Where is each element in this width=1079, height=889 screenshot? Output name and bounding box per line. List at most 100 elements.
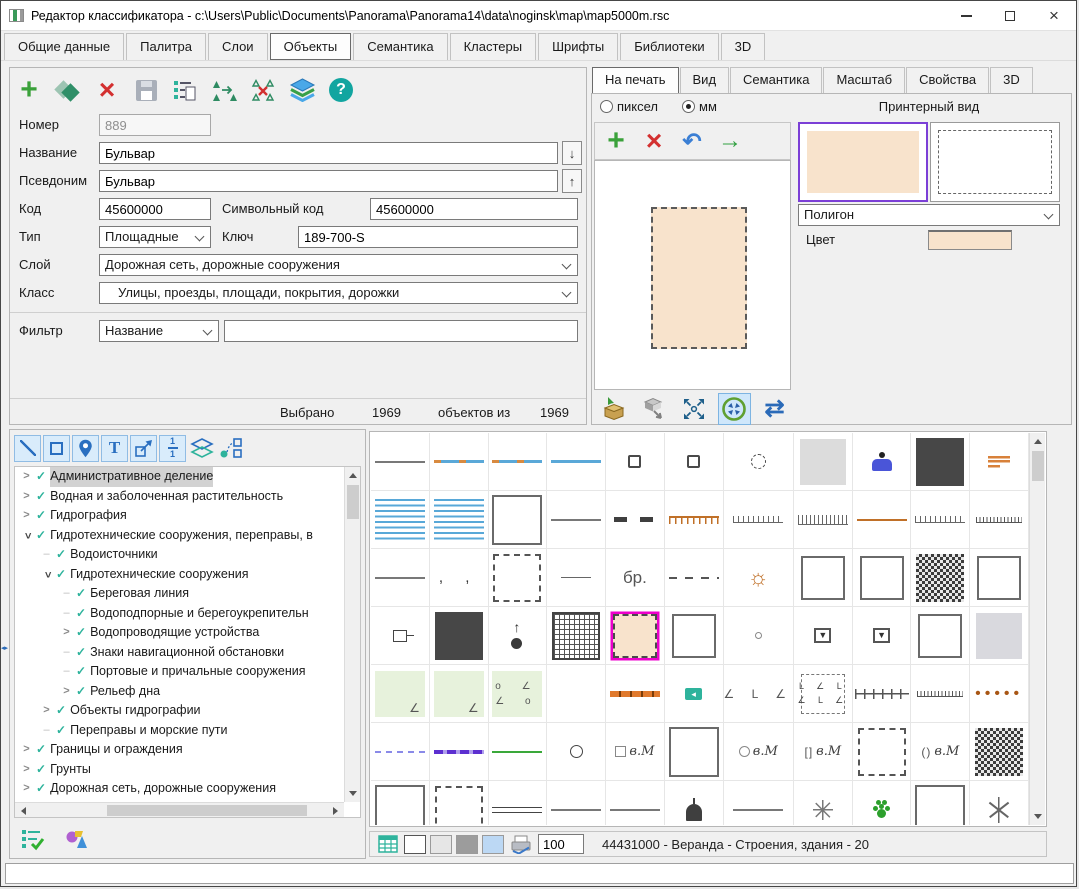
- undo-button[interactable]: ↶: [677, 126, 707, 156]
- object-template-button[interactable]: [217, 435, 244, 462]
- type-select[interactable]: Площадные: [99, 226, 211, 248]
- view-tab-scale[interactable]: Масштаб: [823, 67, 905, 93]
- scale-objects-button[interactable]: 11: [159, 435, 186, 462]
- symbol-cell[interactable]: [430, 433, 489, 491]
- tree-item[interactable]: >✓Гидротехнические сооружения: [15, 565, 344, 585]
- swap-images-button[interactable]: ⇄: [758, 393, 791, 425]
- tree-item[interactable]: –✓Береговая линия: [15, 584, 344, 604]
- symbol-cell[interactable]: [371, 491, 430, 549]
- symbol-cell[interactable]: [970, 607, 1029, 665]
- 3d-objects-button[interactable]: [62, 824, 92, 854]
- symbol-cell[interactable]: [724, 607, 794, 665]
- check-icon[interactable]: ✓: [36, 779, 46, 799]
- close-button[interactable]: ×: [1032, 1, 1076, 30]
- check-icon[interactable]: ✓: [56, 565, 66, 585]
- symbol-cell[interactable]: [371, 549, 430, 607]
- symbol-cell[interactable]: [853, 549, 912, 607]
- symbol-cell[interactable]: [853, 723, 912, 781]
- symbol-cell[interactable]: [371, 607, 430, 665]
- check-icon[interactable]: ✓: [76, 584, 86, 604]
- tree-item[interactable]: –✓Портовые и причальные сооружения: [15, 662, 344, 682]
- tree-item[interactable]: >✓Грунты: [15, 760, 344, 780]
- symbol-cell[interactable]: [489, 549, 548, 607]
- help-button[interactable]: ?: [326, 75, 356, 105]
- unit-pixel-radio[interactable]: пиксел: [600, 99, 658, 114]
- symbol-cell[interactable]: [970, 549, 1029, 607]
- tab-fonts[interactable]: Шрифты: [538, 33, 618, 60]
- name-field[interactable]: [99, 142, 558, 164]
- symbol-cell[interactable]: [489, 433, 548, 491]
- check-icon[interactable]: ✓: [36, 740, 46, 760]
- number-field[interactable]: [99, 114, 211, 136]
- alias-field[interactable]: [99, 170, 558, 192]
- grid-vertical-scrollbar[interactable]: [1029, 433, 1045, 825]
- color-chip[interactable]: [928, 230, 1012, 250]
- check-icon[interactable]: ✓: [76, 682, 86, 702]
- tree-item[interactable]: >✓Границы и ограждения: [15, 740, 344, 760]
- line-objects-button[interactable]: [14, 435, 41, 462]
- symbol-cell[interactable]: [970, 781, 1029, 825]
- tree-horizontal-scrollbar[interactable]: [15, 802, 344, 817]
- symbol-cell[interactable]: [547, 665, 606, 723]
- symbol-cell[interactable]: в.М: [724, 723, 794, 781]
- symbol-cell[interactable]: [665, 781, 724, 825]
- delete-image-button[interactable]: ×: [639, 126, 669, 156]
- symbol-cell[interactable]: [371, 665, 430, 723]
- scroll-thumb[interactable]: [347, 485, 359, 519]
- copy-list-button[interactable]: [170, 75, 200, 105]
- symbol-cell[interactable]: L ∠ L∠ L ∠: [794, 665, 853, 723]
- symbol-cell[interactable]: [911, 433, 970, 491]
- view-tab-semantics[interactable]: Семантика: [730, 67, 822, 93]
- tree-item[interactable]: >✓Объекты гидрографии: [15, 701, 344, 721]
- expand-view-button[interactable]: [678, 393, 711, 425]
- object-list-button[interactable]: [18, 824, 48, 854]
- view-tab-view[interactable]: Вид: [680, 67, 730, 93]
- check-icon[interactable]: ✓: [56, 721, 66, 741]
- scroll-down-button[interactable]: [345, 786, 361, 802]
- symbol-cell[interactable]: [853, 491, 912, 549]
- delete-object-button[interactable]: ×: [92, 75, 122, 105]
- symbol-cell[interactable]: [665, 665, 724, 723]
- tab-objects[interactable]: Объекты: [270, 33, 352, 60]
- add-object-button[interactable]: +: [14, 75, 44, 105]
- symbol-cell[interactable]: , ,: [430, 549, 489, 607]
- symbol-cell[interactable]: [853, 781, 912, 825]
- symbol-cell-selected[interactable]: [606, 607, 665, 665]
- tree-item[interactable]: >✓Водопроводящие устройства: [15, 623, 344, 643]
- apply-button[interactable]: →: [715, 126, 745, 156]
- symbol-cell[interactable]: [970, 723, 1029, 781]
- tab-libraries[interactable]: Библиотеки: [620, 33, 718, 60]
- tree-item[interactable]: >✓Дорожная сеть, дорожные сооружения: [15, 779, 344, 799]
- symbol-cell[interactable]: [724, 491, 794, 549]
- tree-item[interactable]: –✓Переправы и морские пути: [15, 721, 344, 741]
- symbol-cell[interactable]: [606, 491, 665, 549]
- tree-toggle-icon[interactable]: >: [17, 528, 37, 543]
- table-view-button[interactable]: [376, 833, 400, 855]
- check-icon[interactable]: ✓: [76, 604, 86, 624]
- tree-item[interactable]: >✓Административное деление: [15, 467, 344, 487]
- check-icon[interactable]: ✓: [56, 545, 66, 565]
- bg-blue-swatch[interactable]: [482, 835, 504, 854]
- symbol-cell[interactable]: [547, 607, 606, 665]
- symbol-cell[interactable]: [794, 491, 853, 549]
- symbol-cell[interactable]: [430, 781, 489, 825]
- symbol-cell[interactable]: [430, 665, 489, 723]
- scroll-thumb[interactable]: [107, 805, 307, 816]
- check-icon[interactable]: ✓: [36, 506, 46, 526]
- symbol-cell[interactable]: [853, 433, 912, 491]
- tree-toggle-icon[interactable]: >: [59, 682, 74, 702]
- scroll-left-button[interactable]: [15, 803, 31, 818]
- symbol-cell[interactable]: [371, 433, 430, 491]
- symbol-cell[interactable]: [724, 781, 794, 825]
- check-icon[interactable]: ✓: [76, 662, 86, 682]
- unit-mm-radio[interactable]: мм: [682, 99, 717, 114]
- symbol-cell[interactable]: бр.: [606, 549, 665, 607]
- tree-item[interactable]: –✓Водоподпорные и берегоукрепительн: [15, 604, 344, 624]
- bg-darkgray-swatch[interactable]: [456, 835, 478, 854]
- symbol-cell[interactable]: [547, 781, 606, 825]
- tree-item[interactable]: >✓Гидрография: [15, 506, 344, 526]
- class-select[interactable]: Улицы, проезды, площади, покрытия, дорож…: [99, 282, 578, 304]
- primitive-type-select[interactable]: Полигон: [798, 204, 1060, 226]
- filter-text-input[interactable]: [224, 320, 578, 342]
- view-tab-3d[interactable]: 3D: [990, 67, 1033, 93]
